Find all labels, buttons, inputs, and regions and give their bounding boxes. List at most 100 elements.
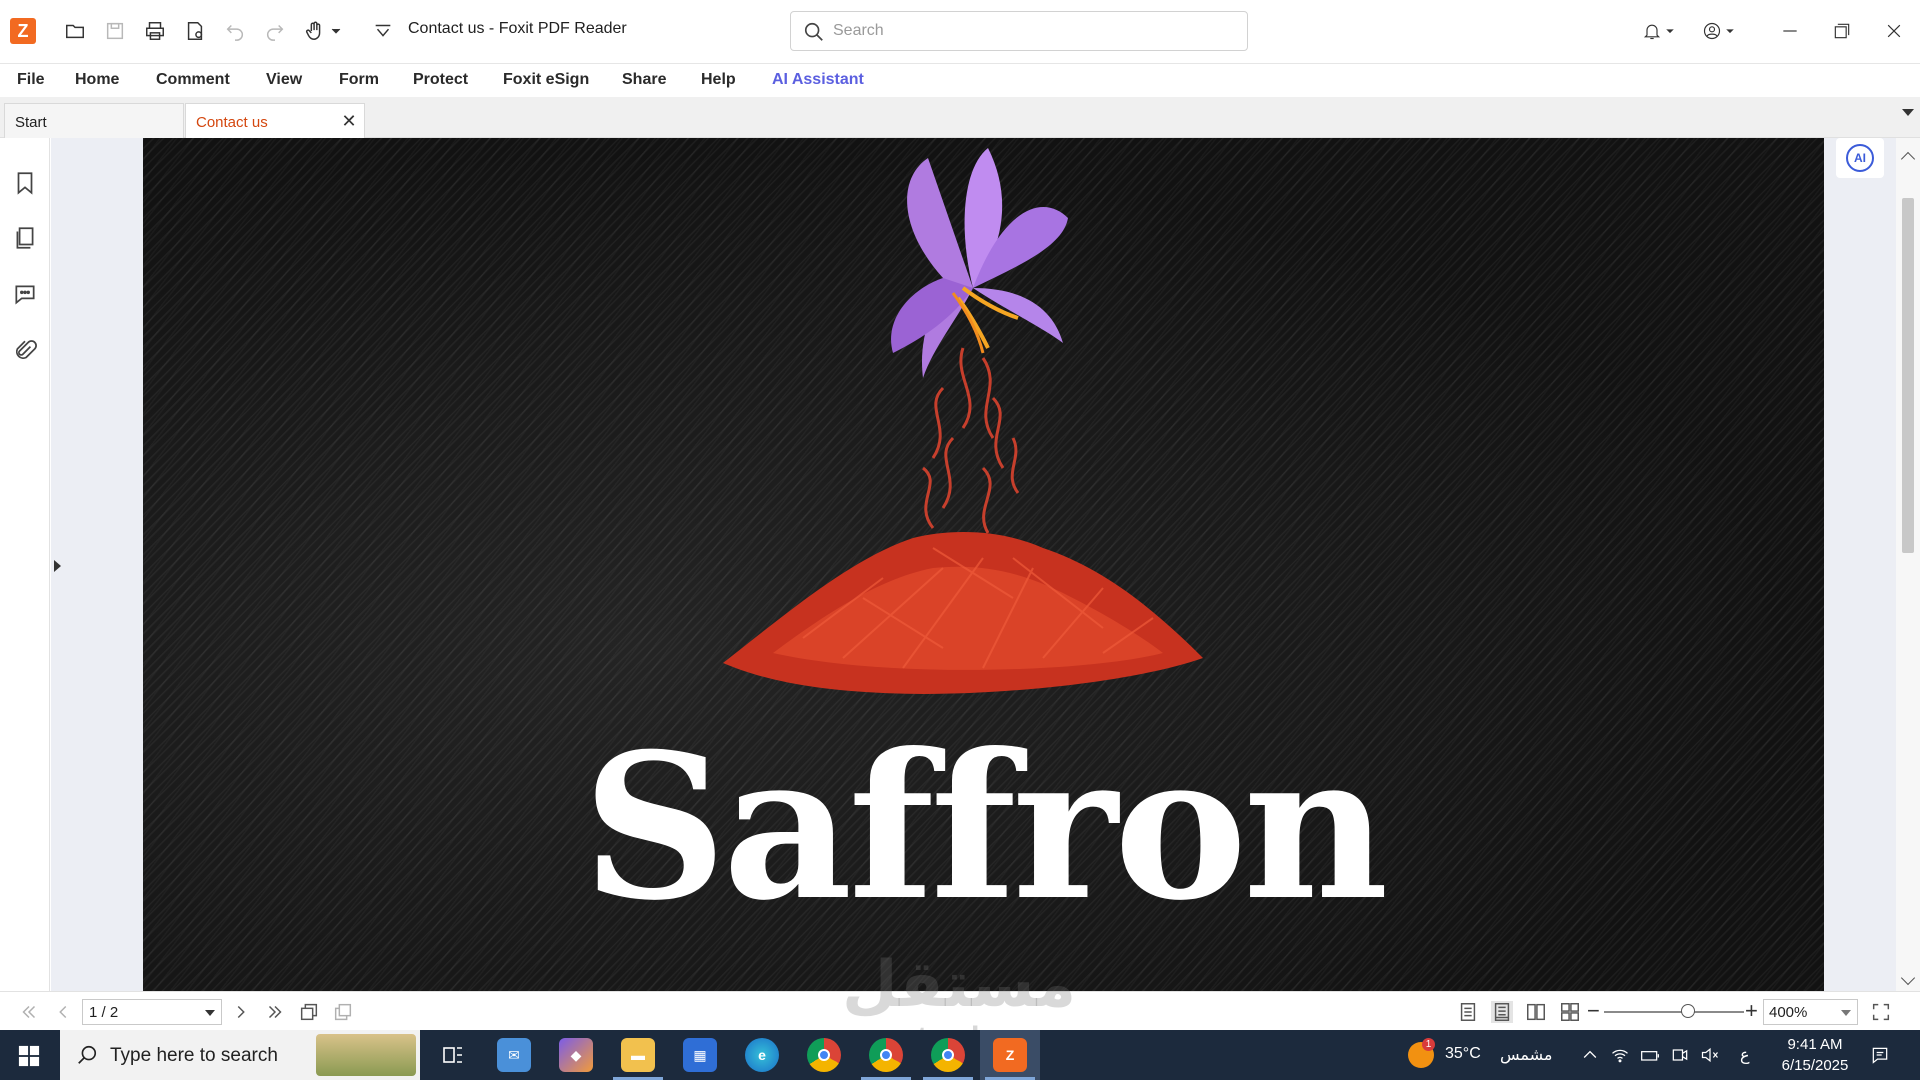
search-highlight-image	[316, 1034, 416, 1076]
single-page-view-icon[interactable]	[1457, 1001, 1479, 1023]
wifi-icon[interactable]	[1610, 1045, 1630, 1065]
tab-start[interactable]: Start	[4, 103, 184, 138]
input-language[interactable]: ع	[1740, 1045, 1750, 1065]
chrome-profile-2-icon[interactable]	[923, 1038, 973, 1080]
expand-panel-icon[interactable]	[54, 560, 61, 572]
print-icon[interactable]	[140, 16, 170, 46]
microsoft-store-icon[interactable]: ▦	[683, 1038, 717, 1072]
notifications-dropdown-icon[interactable]	[1662, 14, 1678, 48]
windows-taskbar: Type here to search ✉ ◆ ▬ ▦ e Z 1 35°C م…	[0, 1030, 1920, 1080]
next-page-icon[interactable]	[230, 1001, 252, 1023]
tab-contact-us[interactable]: Contact us ✕	[185, 103, 365, 138]
watermark-logo: مستقل	[842, 948, 1077, 1022]
menu-protect[interactable]: Protect	[413, 71, 468, 89]
zoom-out-button[interactable]: −	[1587, 998, 1600, 1024]
edge-browser-icon[interactable]: e	[745, 1038, 779, 1072]
customize-quick-access-icon[interactable]	[368, 16, 398, 46]
chrome-profile-icon[interactable]	[861, 1038, 911, 1080]
pdf-page-view[interactable]: Saffron	[143, 138, 1824, 991]
clock-date: 6/15/2025	[1781, 1057, 1849, 1074]
title-bar: Z Contact us - Foxit PDF Reader	[0, 0, 1920, 62]
foxit-logo: Z	[10, 18, 36, 44]
previous-page-icon[interactable]	[52, 1001, 74, 1023]
vertical-scrollbar[interactable]	[1896, 138, 1920, 991]
meet-now-icon[interactable]	[1670, 1045, 1690, 1065]
menu-file[interactable]: File	[17, 71, 45, 89]
restore-button[interactable]	[1820, 14, 1864, 48]
document-tab-bar: Start Contact us ✕	[0, 97, 1920, 138]
ai-assistant-button[interactable]: AI	[1836, 138, 1884, 178]
menu-ai-assistant[interactable]: AI Assistant	[772, 71, 864, 89]
taskbar-search-icon	[76, 1044, 98, 1066]
next-view-icon[interactable]	[332, 1001, 354, 1023]
weather-alert-badge: 1	[1422, 1038, 1435, 1051]
bookmark-icon[interactable]	[12, 170, 40, 198]
pages-icon[interactable]	[12, 225, 40, 253]
continuous-facing-view-icon[interactable]	[1559, 1001, 1581, 1023]
weather-temperature[interactable]: 35°C	[1445, 1045, 1481, 1063]
zoom-slider[interactable]	[1604, 1011, 1744, 1013]
first-page-icon[interactable]	[18, 1001, 40, 1023]
tab-label: Contact us	[196, 114, 268, 131]
page-dropdown-icon[interactable]	[205, 1010, 215, 1016]
search-input[interactable]	[833, 20, 1233, 42]
show-hidden-icons-icon[interactable]	[1580, 1045, 1600, 1065]
previous-view-icon[interactable]	[298, 1001, 320, 1023]
comments-icon[interactable]	[12, 281, 40, 309]
facing-view-icon[interactable]	[1525, 1001, 1547, 1023]
left-gutter	[51, 138, 143, 991]
notification-center-icon[interactable]	[1870, 1045, 1890, 1065]
foxit-reader-taskbar-icon[interactable]: Z	[985, 1038, 1035, 1080]
redo-icon[interactable]	[260, 16, 290, 46]
menu-foxit-esign[interactable]: Foxit eSign	[503, 71, 589, 89]
windows-start-icon[interactable]	[18, 1045, 40, 1067]
file-explorer-icon[interactable]: ▬	[613, 1038, 663, 1080]
save-icon[interactable]	[100, 16, 130, 46]
navigation-panel	[0, 138, 50, 991]
zoom-level-field[interactable]: 400%	[1763, 999, 1858, 1025]
menu-view[interactable]: View	[266, 71, 302, 89]
minimize-button[interactable]	[1768, 14, 1812, 48]
continuous-view-icon[interactable]	[1491, 1001, 1513, 1023]
page-indicator: 1 / 2	[89, 1004, 119, 1021]
undo-icon[interactable]	[220, 16, 250, 46]
menu-home[interactable]: Home	[75, 71, 119, 89]
last-page-icon[interactable]	[264, 1001, 286, 1023]
account-dropdown-icon[interactable]	[1722, 14, 1738, 48]
menu-share[interactable]: Share	[622, 71, 666, 89]
weather-condition[interactable]: مشمس	[1500, 1045, 1553, 1065]
zoom-slider-handle[interactable]	[1681, 1004, 1695, 1018]
taskbar-search-box[interactable]: Type here to search	[60, 1030, 420, 1080]
mail-app-icon[interactable]: ✉	[497, 1038, 531, 1072]
zoom-in-button[interactable]: +	[1745, 998, 1758, 1024]
scrollbar-thumb[interactable]	[1902, 198, 1914, 553]
properties-icon[interactable]	[180, 16, 210, 46]
page-number-field[interactable]: 1 / 2	[82, 999, 222, 1025]
menu-help[interactable]: Help	[701, 71, 736, 89]
battery-icon[interactable]	[1640, 1045, 1660, 1065]
menu-comment[interactable]: Comment	[156, 71, 230, 89]
zoom-level: 400%	[1769, 1004, 1808, 1021]
clock-time: 9:41 AM	[1787, 1036, 1843, 1053]
tab-list-dropdown-icon[interactable]	[1902, 109, 1914, 116]
close-tab-icon[interactable]: ✕	[340, 112, 358, 130]
scroll-up-icon[interactable]	[1900, 151, 1916, 167]
volume-muted-icon[interactable]	[1700, 1045, 1720, 1065]
close-window-button[interactable]	[1872, 14, 1916, 48]
fullscreen-icon[interactable]	[1870, 1001, 1892, 1023]
chrome-icon[interactable]	[807, 1038, 841, 1072]
task-view-icon[interactable]	[436, 1038, 470, 1072]
taskbar-search-text: Type here to search	[110, 1045, 278, 1066]
zoom-dropdown-icon[interactable]	[1841, 1010, 1851, 1016]
menu-bar: File Home Comment View Form Protect Foxi…	[0, 63, 1920, 97]
copilot-icon[interactable]: ◆	[559, 1038, 593, 1072]
scroll-down-icon[interactable]	[1900, 970, 1916, 986]
system-clock[interactable]: 9:41 AM 6/15/2025	[1760, 1034, 1870, 1076]
hand-tool-dropdown-icon[interactable]	[326, 16, 346, 46]
document-title-text: Saffron	[582, 710, 1388, 945]
open-file-icon[interactable]	[60, 16, 90, 46]
window-title: Contact us - Foxit PDF Reader	[408, 20, 627, 37]
attachment-icon[interactable]	[12, 338, 40, 366]
search-box[interactable]	[790, 11, 1248, 51]
menu-form[interactable]: Form	[339, 71, 379, 89]
